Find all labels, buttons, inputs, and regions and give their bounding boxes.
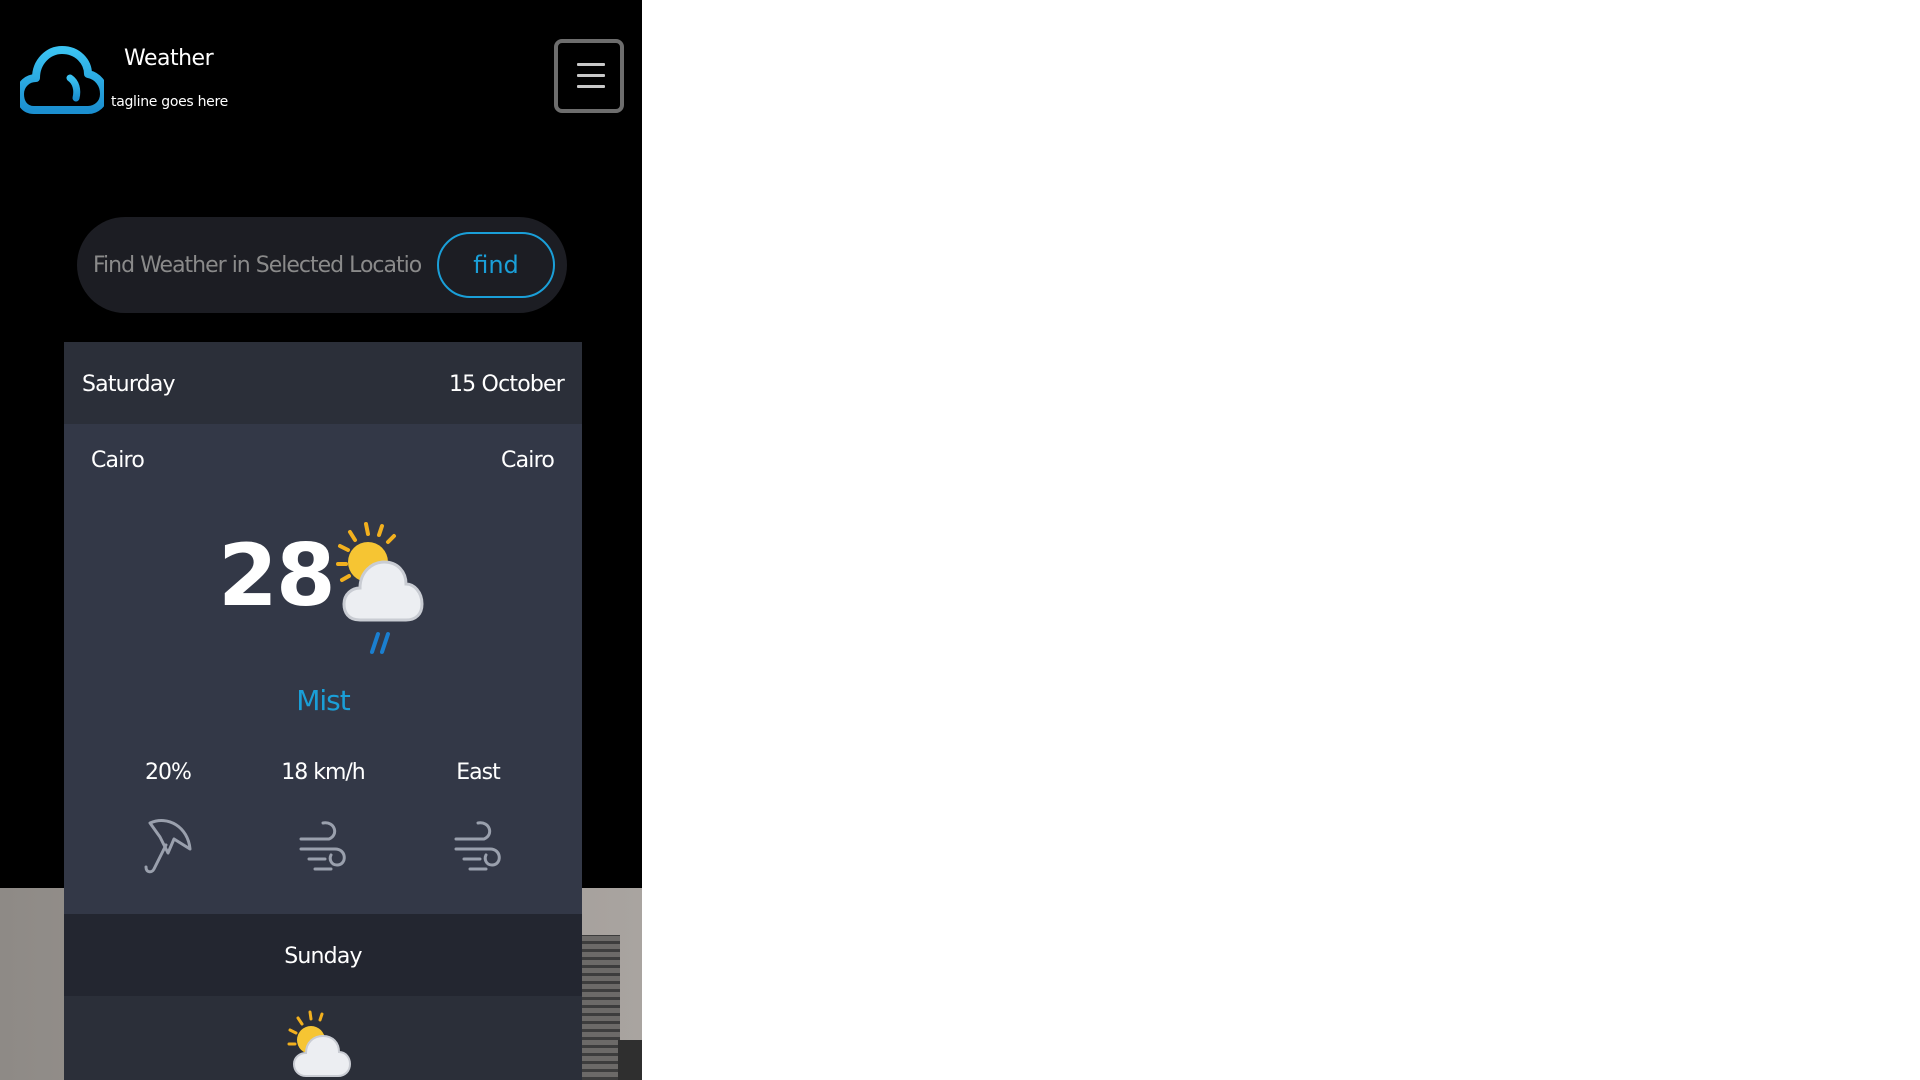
- cloud-icon[interactable]: [20, 44, 104, 114]
- wind-direction-icon: [454, 821, 501, 871]
- temperature-value: 28: [218, 526, 336, 626]
- umbrella-icon: [144, 819, 192, 874]
- weather-condition: Mist: [296, 684, 351, 717]
- next-day-card-header: Sunday: [64, 914, 582, 996]
- wind-direction-value: East: [456, 760, 500, 785]
- sun-cloud-icon: [287, 1010, 352, 1077]
- hamburger-menu-button[interactable]: [554, 39, 624, 113]
- stat-wind-direction: East: [408, 760, 548, 877]
- background-building-secondary: [618, 1040, 642, 1080]
- today-day-name: Saturday: [82, 372, 176, 397]
- wind-icon: [299, 821, 346, 871]
- location-label-secondary: Cairo: [501, 448, 555, 473]
- background-building: [580, 935, 620, 1080]
- stat-wind-speed: 18 km/h: [253, 760, 393, 877]
- today-card-header: Saturday 15 October: [64, 342, 582, 424]
- stat-rain-probability: 20%: [98, 760, 238, 877]
- today-date: 15 October: [448, 372, 565, 397]
- hamburger-menu-bar: [577, 74, 605, 77]
- search-bar: find: [77, 217, 567, 313]
- find-button[interactable]: find: [437, 232, 555, 298]
- brand-tagline: tagline goes here: [111, 94, 228, 110]
- mobile-viewport: Weather tagline goes here find Saturday …: [0, 0, 642, 1080]
- location-label: Cairo: [91, 448, 145, 473]
- brand-title[interactable]: Weather: [124, 46, 214, 71]
- hamburger-menu-icon: [577, 63, 605, 66]
- rain-probability-value: 20%: [145, 760, 192, 785]
- hamburger-menu-bar: [577, 85, 605, 88]
- today-card-body: Cairo Cairo 28 Mist 20% 18 km/h East: [64, 424, 582, 914]
- wind-speed-value: 18 km/h: [281, 760, 366, 785]
- next-day-name: Sunday: [284, 944, 362, 969]
- next-day-card-body: [64, 996, 582, 1080]
- sun-cloud-rain-icon: [336, 522, 424, 654]
- search-input[interactable]: [91, 239, 425, 291]
- forecast-cards: Saturday 15 October Cairo Cairo 28 Mist …: [64, 342, 582, 1080]
